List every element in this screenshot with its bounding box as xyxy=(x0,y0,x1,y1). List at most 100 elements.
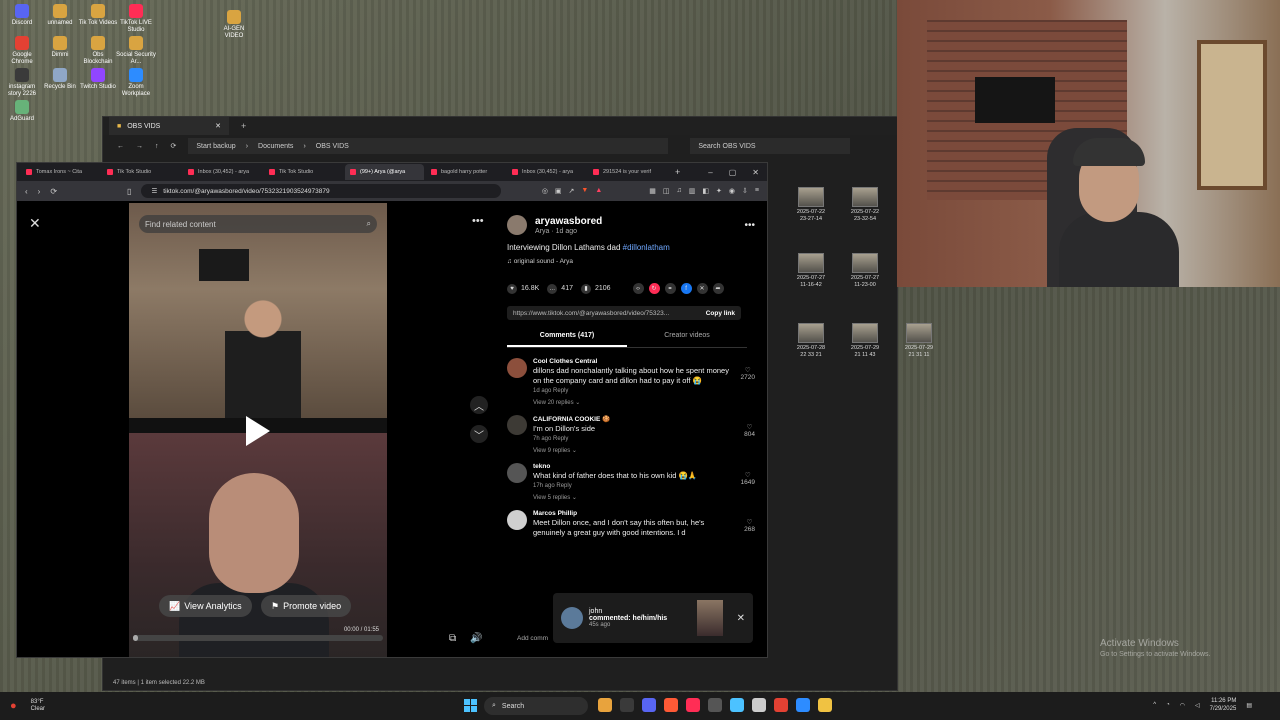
refresh-icon[interactable]: ⟳ xyxy=(171,142,177,150)
avatar[interactable] xyxy=(507,215,527,235)
comment-like[interactable]: ♡ 804 xyxy=(744,423,755,438)
avatar[interactable] xyxy=(507,358,527,378)
video-file[interactable]: 2025-07-29 21 31 11 xyxy=(897,323,941,359)
browser-tab[interactable]: bagold harry potter xyxy=(426,164,505,180)
previous-video-button[interactable]: ︿ xyxy=(470,396,488,414)
related-search-input[interactable]: Find related content ⌕ xyxy=(139,215,377,233)
breadcrumb-item[interactable]: OBS VIDS xyxy=(316,143,349,150)
site-info-icon[interactable]: ☰ xyxy=(151,187,157,195)
taskbar-app-icon[interactable] xyxy=(774,698,788,712)
extension-icon[interactable]: ◎ xyxy=(542,187,548,195)
windows-start-icon[interactable] xyxy=(464,699,477,712)
desktop-icon[interactable]: unnamed xyxy=(40,4,80,27)
taskbar-app-icon[interactable] xyxy=(620,698,634,712)
network-icon[interactable]: ◔ xyxy=(1166,702,1170,708)
weather-widget[interactable]: 83°F Clear xyxy=(31,699,45,713)
embed-icon[interactable]: ‹› xyxy=(632,283,644,294)
comment-meta[interactable]: 17h ago Reply xyxy=(533,483,729,489)
avatar[interactable] xyxy=(507,415,527,435)
comment-like[interactable]: ♡ 1649 xyxy=(741,471,755,486)
hashtag-link[interactable]: #dillonlatham xyxy=(623,243,670,252)
extension-icon[interactable]: ◧ xyxy=(702,187,709,195)
avatar[interactable] xyxy=(507,463,527,483)
avatar[interactable] xyxy=(507,510,527,530)
share-icon[interactable]: ↗ xyxy=(569,187,575,195)
desktop-icon[interactable]: Obs Blockchain xyxy=(78,36,118,66)
desktop-icon[interactable]: Google Chrome xyxy=(2,36,42,66)
taskbar-app-icon[interactable] xyxy=(796,698,810,712)
browser-tab[interactable]: Inbox (30,452) - arya xyxy=(507,164,586,180)
next-video-button[interactable]: ﹀ xyxy=(470,425,488,443)
minimize-icon[interactable]: – xyxy=(708,168,712,177)
desktop-icon[interactable]: Recycle Bin xyxy=(40,68,80,91)
video-file[interactable]: 2025-07-29 21 11 43 xyxy=(843,323,887,359)
forward-icon[interactable]: → xyxy=(136,143,143,150)
browser-tab[interactable]: 291524 is your verif xyxy=(588,164,667,180)
promote-video-button[interactable]: ⚑ Promote video xyxy=(261,595,352,617)
breadcrumb-item[interactable]: Start backup xyxy=(196,143,235,150)
video-file[interactable]: 2025-07-27 11-16-42 xyxy=(789,253,833,289)
save-stat[interactable]: ▮ 2106 xyxy=(580,283,611,294)
browser-tab[interactable]: (99+) Arya (@arya xyxy=(345,164,424,180)
copy-link-button[interactable]: Copy link xyxy=(706,310,735,317)
breadcrumb-item[interactable]: Documents xyxy=(258,143,293,150)
explorer-search-input[interactable]: Search OBS VIDS xyxy=(690,138,851,154)
notifications-icon[interactable]: ▤ xyxy=(1246,702,1252,709)
desktop-icon[interactable]: Dimmi xyxy=(40,36,80,59)
taskbar-search[interactable]: ⌕ Search xyxy=(484,697,588,715)
extension-icon[interactable]: ◫ xyxy=(663,187,670,195)
desktop-icon[interactable]: TikTok LIVE Studio xyxy=(116,4,156,34)
desktop-icon[interactable]: AdGuard xyxy=(2,100,42,123)
friends-icon[interactable]: ⚭ xyxy=(664,283,676,294)
captions-icon[interactable]: ⧉ xyxy=(449,633,456,644)
sidebar-icon[interactable]: ▥ xyxy=(689,187,696,195)
tab-comments[interactable]: Comments (417) xyxy=(507,332,627,347)
desktop-icon[interactable]: instagram story 2226 xyxy=(2,68,42,98)
desktop-icon[interactable]: Tik Tok Videos xyxy=(78,4,118,27)
view-analytics-button[interactable]: 📈 View Analytics xyxy=(159,595,252,617)
reload-icon[interactable]: ⟳ xyxy=(50,187,57,196)
taskbar-app-icon[interactable] xyxy=(730,698,744,712)
extension-icon[interactable]: ✦ xyxy=(716,187,722,195)
taskbar-app-icon[interactable] xyxy=(686,698,700,712)
taskbar-app-icon[interactable] xyxy=(598,698,612,712)
share-arrow-icon[interactable]: ➦ xyxy=(712,283,724,294)
browser-tab[interactable]: Inbox (30,452) - arya xyxy=(183,164,262,180)
video-file[interactable]: 2025-07-28 22 33 21 xyxy=(789,323,833,359)
back-icon[interactable]: ← xyxy=(117,143,124,150)
comment-user[interactable]: CALIFORNIA COOKIE 🍪 xyxy=(533,415,729,423)
video-file[interactable]: 2025-07-22 23-32-54 xyxy=(843,187,887,223)
view-replies-link[interactable]: View 5 replies ⌄ xyxy=(533,494,729,501)
comment-like[interactable]: ♡ 268 xyxy=(744,518,755,533)
browser-tab[interactable]: Tik Tok Studio xyxy=(264,164,343,180)
desktop-icon[interactable]: Zoom Workplace xyxy=(116,68,156,98)
speaker-icon[interactable]: ◁ xyxy=(1195,702,1200,709)
extension-icon[interactable]: ▦ xyxy=(649,187,656,195)
breadcrumb[interactable]: Start backup › Documents › OBS VIDS xyxy=(188,138,669,154)
repost-icon[interactable]: ↻ xyxy=(648,283,660,294)
chevron-up-icon[interactable]: ^ xyxy=(1153,702,1156,708)
wallet-icon[interactable]: ◉ xyxy=(729,187,735,195)
up-icon[interactable]: ↑ xyxy=(155,143,159,150)
wifi-icon[interactable]: ◠ xyxy=(1180,702,1185,709)
like-stat[interactable]: ♥ 16.8K xyxy=(507,283,539,294)
post-options-icon[interactable]: ••• xyxy=(744,220,755,231)
brave-shield-icon[interactable]: ▼ xyxy=(581,187,588,195)
browser-tab[interactable]: Tik Tok Studio xyxy=(102,164,181,180)
taskbar-app-icon[interactable] xyxy=(708,698,722,712)
rewards-icon[interactable]: ▲ xyxy=(595,187,602,195)
more-options-icon[interactable]: ••• xyxy=(472,215,484,227)
x-icon[interactable]: ✕ xyxy=(696,283,708,294)
close-icon[interactable]: ✕ xyxy=(737,613,745,624)
comment-stat[interactable]: … 417 xyxy=(547,283,573,294)
author-username[interactable]: aryawasbored xyxy=(535,216,602,227)
desktop-icon[interactable]: Twitch Studio xyxy=(78,68,118,91)
comment-user[interactable]: Cool Clothes Central xyxy=(533,358,729,365)
desktop-icon[interactable]: AI-GEN VIDEO xyxy=(214,10,254,40)
search-icon[interactable]: ⌕ xyxy=(367,219,371,229)
address-bar[interactable]: ☰ tiktok.com/@aryawasbored/video/7532321… xyxy=(141,184,502,198)
facebook-icon[interactable]: f xyxy=(680,283,692,294)
play-icon[interactable] xyxy=(246,416,270,446)
video-file[interactable]: 2025-07-27 11-23-00 xyxy=(843,253,887,289)
add-comment-input[interactable]: Add comm xyxy=(517,635,548,642)
